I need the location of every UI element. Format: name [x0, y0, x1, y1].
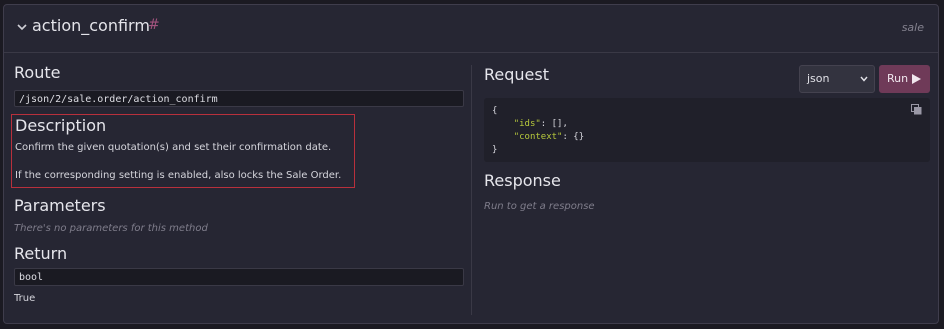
code-value: : {}: [562, 132, 585, 142]
return-heading: Return: [14, 244, 68, 263]
code-value: : [],: [540, 119, 568, 129]
play-icon: [912, 74, 921, 84]
code-line: {: [492, 106, 498, 116]
description-section: Description Confirm the given quotation(…: [11, 114, 355, 188]
request-heading: Request: [484, 65, 549, 84]
endpoint-card: action_confirm # sale Route /json/2/sale…: [3, 4, 939, 324]
description-text-2: If the corresponding setting is enabled,…: [15, 170, 342, 181]
parameters-heading: Parameters: [14, 196, 106, 215]
parameters-empty-text: There's no parameters for this method: [14, 223, 208, 234]
chevron-down-icon[interactable]: [16, 21, 28, 33]
code-key: "context": [513, 132, 563, 142]
format-select-value: json: [807, 72, 830, 85]
chevron-down-icon: [860, 76, 868, 82]
response-empty-text: Run to get a response: [484, 201, 595, 212]
model-tag: sale: [901, 21, 924, 34]
return-value: True: [14, 293, 36, 304]
run-button-label: Run: [887, 72, 909, 85]
response-heading: Response: [484, 171, 561, 190]
format-select[interactable]: json: [799, 65, 875, 93]
run-button[interactable]: Run: [879, 65, 930, 93]
code-line: "ids": [],: [492, 119, 568, 129]
column-divider: [471, 65, 472, 315]
code-line: }: [492, 145, 498, 155]
route-heading: Route: [14, 63, 61, 82]
endpoint-header[interactable]: action_confirm # sale: [4, 5, 938, 53]
endpoint-title: action_confirm: [32, 16, 150, 35]
code-line: "context": {}: [492, 132, 584, 142]
copy-icon[interactable]: [911, 104, 922, 115]
description-heading: Description: [15, 116, 107, 135]
anchor-link[interactable]: #: [148, 17, 160, 33]
description-text-1: Confirm the given quotation(s) and set t…: [15, 142, 332, 153]
route-path: /json/2/sale.order/action_confirm: [14, 90, 464, 107]
return-type: bool: [14, 268, 464, 286]
code-key: "ids": [513, 119, 541, 129]
request-code-editor[interactable]: { "ids": [], "context": {} }: [484, 98, 930, 162]
